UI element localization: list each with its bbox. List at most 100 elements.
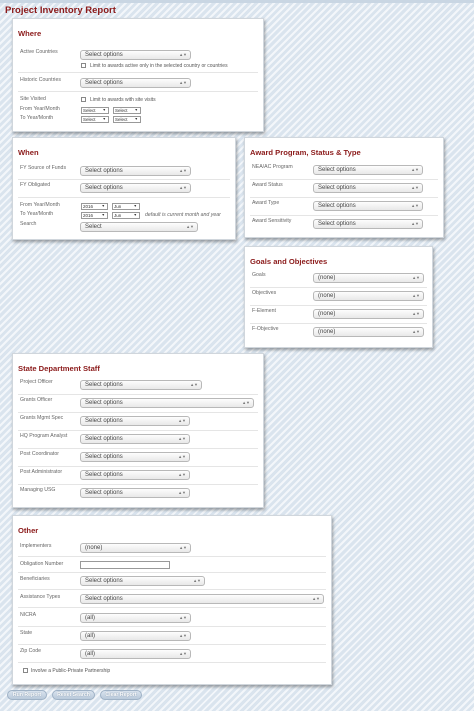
select-arrow-icon: ▲▼ <box>411 221 419 226</box>
divider <box>18 394 258 395</box>
select-arrow-icon: ▲▼ <box>242 400 250 405</box>
historic-countries-select[interactable]: Select options ▲▼ <box>80 78 191 88</box>
reset-search-button[interactable]: Reset Search <box>52 690 95 700</box>
beneficiaries-value: Select options <box>85 578 123 584</box>
managing-usg-select[interactable]: Select options ▲▼ <box>80 488 190 498</box>
post-coordinator-select[interactable]: Select options ▲▼ <box>80 452 190 462</box>
when-from-month-select[interactable]: Jun ▼ <box>112 203 140 210</box>
f-element-select[interactable]: (none) ▲▼ <box>313 309 424 319</box>
divider <box>18 91 258 92</box>
f-element-label: F-Element <box>252 308 276 314</box>
select-arrow-icon: ▲▼ <box>179 615 187 620</box>
state-value: (all) <box>85 633 95 639</box>
divider <box>18 72 258 73</box>
state-select[interactable]: (all) ▲▼ <box>80 631 191 641</box>
limit-site-label: Limit to awards with site visits <box>90 97 156 103</box>
assistance-select[interactable]: Select options ▲▼ <box>80 594 324 604</box>
where-from-month-select[interactable]: Select ▼ <box>113 107 141 114</box>
award-sensitivity-select[interactable]: Select options ▲▼ <box>313 219 423 229</box>
divider <box>250 305 427 306</box>
divider <box>18 466 258 467</box>
implementers-select[interactable]: (none) ▲▼ <box>80 543 191 553</box>
where-to-year-value: Select <box>83 117 96 122</box>
grants-officer-label: Grants Officer <box>20 397 53 403</box>
nicra-select[interactable]: (all) ▲▼ <box>80 613 191 623</box>
limit-country-label: Limit to awards active only in the selec… <box>90 63 228 69</box>
when-from-year-select[interactable]: 2016 ▼ <box>81 203 108 210</box>
when-from-month-value: Jun <box>114 204 122 209</box>
select-arrow-icon: ▼ <box>133 204 137 208</box>
select-arrow-icon: ▼ <box>134 117 138 121</box>
divider <box>18 556 326 557</box>
divider <box>250 215 438 216</box>
beneficiaries-label: Beneficiaries <box>20 576 50 582</box>
page-title: Project Inventory Report <box>5 5 116 16</box>
beneficiaries-select[interactable]: Select options ▲▼ <box>80 576 205 586</box>
select-arrow-icon: ▲▼ <box>179 168 187 173</box>
select-arrow-icon: ▲▼ <box>186 224 194 229</box>
divider <box>18 589 326 590</box>
nea-ac-program-label: NEA/AC Program <box>252 164 293 170</box>
award-type-value: Select options <box>318 203 356 209</box>
objectives-label: Objectives <box>252 290 277 296</box>
when-from-label: From Year/Month <box>20 202 60 208</box>
post-coordinator-value: Select options <box>85 454 123 460</box>
select-arrow-icon: ▼ <box>101 213 105 217</box>
where-from-year-select[interactable]: Select ▼ <box>81 107 109 114</box>
f-objective-label: F-Objective <box>252 326 279 332</box>
search-label: Search <box>20 221 37 227</box>
divider <box>18 662 326 663</box>
limit-country-checkbox[interactable] <box>81 63 86 68</box>
nea-ac-program-value: Select options <box>318 167 356 173</box>
select-arrow-icon: ▲▼ <box>178 472 186 477</box>
where-to-label: To Year/Month <box>20 115 54 121</box>
ppp-label: Involve a Public-Private Partnership <box>31 668 111 674</box>
goals-select[interactable]: (none) ▲▼ <box>313 273 424 283</box>
goals-value: (none) <box>318 275 336 281</box>
select-arrow-icon: ▲▼ <box>178 436 186 441</box>
search-select[interactable]: Select ▲▼ <box>80 222 198 232</box>
divider <box>250 197 438 198</box>
active-countries-select[interactable]: Select options ▲▼ <box>80 50 191 60</box>
divider <box>18 572 326 573</box>
fy-obligated-select[interactable]: Select options ▲▼ <box>80 183 191 193</box>
post-coordinator-label: Post Coordinator <box>20 451 59 457</box>
implementers-label: Implementers <box>20 543 52 549</box>
nea-ac-program-select[interactable]: Select options ▲▼ <box>313 165 423 175</box>
active-countries-value: Select options <box>85 52 123 58</box>
divider <box>250 179 438 180</box>
grants-mgmt-spec-select[interactable]: Select options ▲▼ <box>80 416 190 426</box>
limit-site-checkbox[interactable] <box>81 97 86 102</box>
award-heading: Award Program, Status & Type <box>250 148 361 157</box>
award-type-select[interactable]: Select options ▲▼ <box>313 201 423 211</box>
when-to-year-select[interactable]: 2016 ▼ <box>81 212 108 219</box>
divider <box>18 179 230 180</box>
award-status-label: Award Status <box>252 182 283 188</box>
project-officer-select[interactable]: Select options ▲▼ <box>80 380 202 390</box>
project-officer-label: Project Officer <box>20 379 53 385</box>
historic-countries-label: Historic Countries <box>20 77 61 83</box>
grants-mgmt-spec-label: Grants Mgmt Spec <box>20 415 64 421</box>
divider <box>18 448 258 449</box>
f-objective-select[interactable]: (none) ▲▼ <box>313 327 424 337</box>
zip-select[interactable]: (all) ▲▼ <box>80 649 191 659</box>
grants-officer-select[interactable]: Select options ▲▼ <box>80 398 254 408</box>
fy-source-select[interactable]: Select options ▲▼ <box>80 166 191 176</box>
select-arrow-icon: ▲▼ <box>179 545 187 550</box>
select-arrow-icon: ▲▼ <box>179 185 187 190</box>
objectives-select[interactable]: (none) ▲▼ <box>313 291 424 301</box>
when-to-month-select[interactable]: Jun ▼ <box>112 212 140 219</box>
post-administrator-select[interactable]: Select options ▲▼ <box>80 470 190 480</box>
hq-program-analyst-select[interactable]: Select options ▲▼ <box>80 434 190 444</box>
state-label: State <box>20 630 33 636</box>
where-to-month-select[interactable]: Select ▼ <box>113 116 141 123</box>
goals-panel: Goals and Objectives Goals (none) ▲▼ Object… <box>244 246 433 348</box>
fy-obligated-label: FY Obligated <box>20 182 51 188</box>
award-status-select[interactable]: Select options ▲▼ <box>313 183 423 193</box>
where-to-year-select[interactable]: Select ▼ <box>81 116 109 123</box>
ppp-checkbox[interactable] <box>23 668 28 673</box>
historic-countries-value: Select options <box>85 80 123 86</box>
run-report-button[interactable]: Run Report <box>7 690 47 700</box>
obligation-input[interactable] <box>80 561 170 569</box>
clear-report-button[interactable]: Clear Report <box>100 690 142 700</box>
